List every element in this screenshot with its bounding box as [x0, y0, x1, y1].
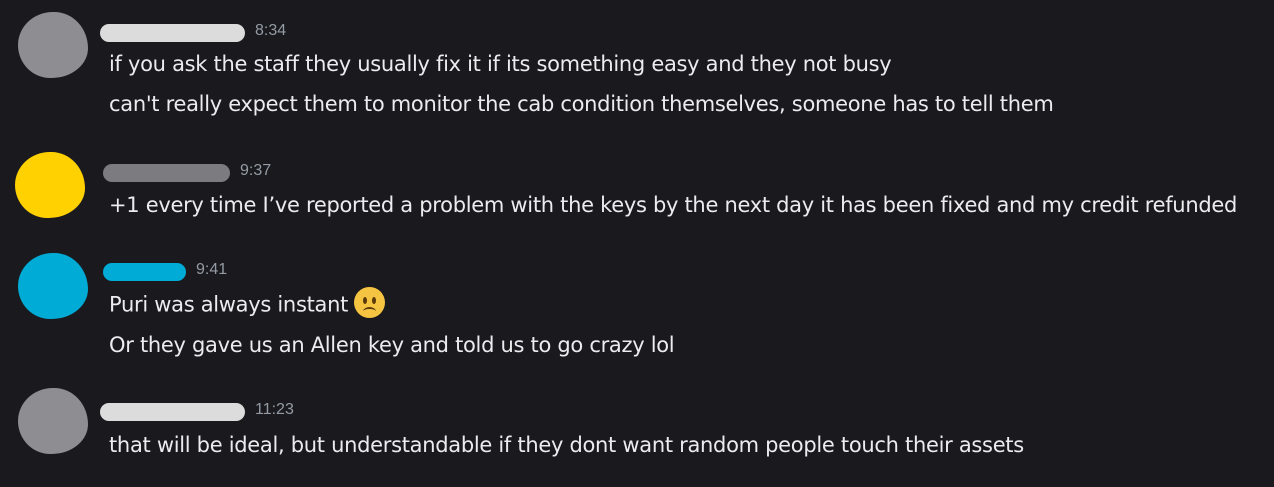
- username-redacted[interactable]: [100, 24, 245, 42]
- timestamp: 8:34: [255, 22, 287, 39]
- message-text-content: Puri was always instant: [109, 292, 349, 317]
- message-text: if you ask the staff they usually fix it…: [109, 52, 892, 76]
- message-text: Or they gave us an Allen key and told us…: [109, 333, 675, 357]
- username-redacted[interactable]: [103, 263, 186, 281]
- avatar[interactable]: [18, 253, 88, 319]
- message-text: +1 every time I’ve reported a problem wi…: [109, 193, 1238, 217]
- username-redacted[interactable]: [100, 403, 245, 421]
- timestamp: 11:23: [255, 401, 294, 418]
- message-text: Puri was always instant: [109, 287, 386, 321]
- avatar[interactable]: [18, 12, 88, 78]
- avatar[interactable]: [15, 152, 85, 218]
- timestamp: 9:37: [240, 162, 272, 179]
- username-redacted[interactable]: [103, 164, 230, 182]
- timestamp: 9:41: [196, 261, 228, 278]
- avatar[interactable]: [18, 388, 88, 454]
- message-text: that will be ideal, but understandable i…: [109, 433, 1024, 457]
- message-text: can't really expect them to monitor the …: [109, 92, 1054, 116]
- slightly-frowning-face-emoji[interactable]: [354, 287, 386, 318]
